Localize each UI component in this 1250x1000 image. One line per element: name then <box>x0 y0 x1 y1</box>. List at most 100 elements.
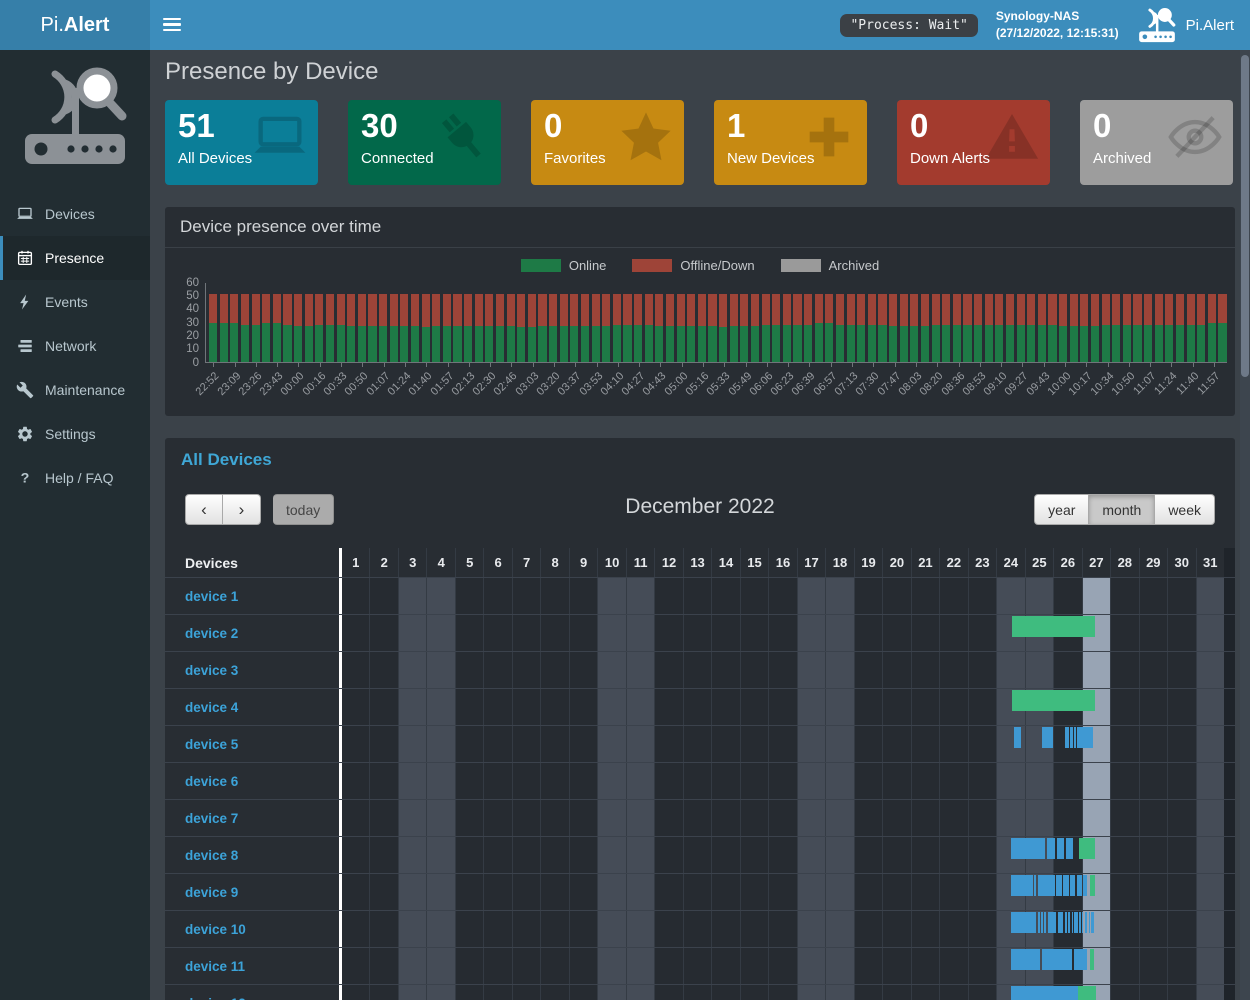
device-link[interactable]: device 2 <box>185 626 238 641</box>
presence-event-blue[interactable] <box>1065 727 1069 748</box>
presence-event-blue[interactable] <box>1057 838 1064 859</box>
day-cell-16 <box>768 615 796 651</box>
presence-event-blue[interactable] <box>1079 912 1080 933</box>
presence-event-blue[interactable] <box>1068 912 1070 933</box>
scrollbar-thumb[interactable] <box>1241 55 1249 377</box>
day-cell-30 <box>1167 652 1195 688</box>
day-cell-22 <box>939 837 967 873</box>
card-archived[interactable]: 0Archived <box>1080 100 1233 185</box>
presence-event-blue[interactable] <box>1011 986 1078 1000</box>
sidebar-item-maintenance[interactable]: Maintenance <box>0 368 150 412</box>
presence-event-blue[interactable] <box>1048 912 1056 933</box>
presence-event-blue[interactable] <box>1042 727 1053 748</box>
presence-event-blue[interactable] <box>1011 875 1032 896</box>
card-connected[interactable]: 30Connected <box>348 100 501 185</box>
presence-event-blue[interactable] <box>1091 912 1094 933</box>
day-cell-23 <box>968 726 996 762</box>
presence-event-blue[interactable] <box>1065 912 1067 933</box>
view-week-button[interactable]: week <box>1155 494 1215 525</box>
app-logo[interactable]: Pi.Alert <box>0 0 150 50</box>
device-link[interactable]: device 5 <box>185 737 238 752</box>
device-link[interactable]: device 6 <box>185 774 238 789</box>
chart-panel-title: Device presence over time <box>165 207 1235 248</box>
day-cell-21 <box>911 652 939 688</box>
chart-bar <box>1123 294 1131 362</box>
presence-event-blue[interactable] <box>1077 727 1093 748</box>
sidebar-item-help-faq[interactable]: ?Help / FAQ <box>0 456 150 500</box>
presence-event-blue[interactable] <box>1011 838 1045 859</box>
presence-event-blue[interactable] <box>1083 875 1088 896</box>
presence-event-green[interactable] <box>1090 875 1094 896</box>
presence-event-blue[interactable] <box>1070 727 1072 748</box>
presence-event-green[interactable] <box>1090 949 1095 970</box>
presence-event-blue[interactable] <box>1011 949 1040 970</box>
presence-event-blue[interactable] <box>1074 727 1076 748</box>
day-cell-4 <box>426 689 454 725</box>
presence-event-blue[interactable] <box>1047 838 1055 859</box>
sidebar-item-presence[interactable]: Presence <box>0 236 150 280</box>
presence-event-blue[interactable] <box>1085 912 1088 933</box>
presence-event-blue[interactable] <box>1041 912 1043 933</box>
presence-event-blue[interactable] <box>1074 912 1078 933</box>
device-link[interactable]: device 7 <box>185 811 238 826</box>
day-cell-15 <box>740 763 768 799</box>
presence-event-blue[interactable] <box>1074 949 1088 970</box>
device-link[interactable]: device 12 <box>185 996 246 1000</box>
device-link[interactable]: device 8 <box>185 848 238 863</box>
legend-item-online: Online <box>521 258 607 273</box>
day-cell-12 <box>654 911 682 947</box>
view-month-button[interactable]: month <box>1089 494 1155 525</box>
presence-event-blue[interactable] <box>1038 912 1040 933</box>
day-cell-1 <box>342 726 369 762</box>
day-cell-22 <box>939 948 967 984</box>
presence-event-blue[interactable] <box>1066 838 1073 859</box>
sidebar-item-events[interactable]: Events <box>0 280 150 324</box>
presence-event-blue[interactable] <box>1070 875 1075 896</box>
day-cell-20 <box>882 874 910 910</box>
sidebar-item-network[interactable]: Network <box>0 324 150 368</box>
view-year-button[interactable]: year <box>1034 494 1089 525</box>
presence-event-green[interactable] <box>1012 690 1095 711</box>
table-row-device-12: device 12 <box>165 984 1235 1000</box>
card-down-alerts[interactable]: 0Down Alerts <box>897 100 1050 185</box>
device-link[interactable]: device 10 <box>185 922 246 937</box>
chart-bar <box>698 294 706 362</box>
presence-event-blue[interactable] <box>1014 727 1021 748</box>
device-link[interactable]: device 11 <box>185 959 245 974</box>
presence-event-blue[interactable] <box>1058 912 1064 933</box>
day-cell-22 <box>939 615 967 651</box>
sidebar-toggle-icon[interactable] <box>163 18 181 32</box>
presence-event-blue[interactable] <box>1063 875 1069 896</box>
presence-event-blue[interactable] <box>1011 912 1036 933</box>
chart-bar <box>825 294 833 362</box>
page-scrollbar[interactable] <box>1240 50 1250 1000</box>
presence-event-blue[interactable] <box>1038 875 1055 896</box>
card-all-devices[interactable]: 51All Devices <box>165 100 318 185</box>
presence-event-blue[interactable] <box>1042 949 1071 970</box>
presence-event-blue[interactable] <box>1077 875 1082 896</box>
day-cell-16 <box>768 948 796 984</box>
presence-event-blue[interactable] <box>1056 875 1062 896</box>
presence-timeline-table: Devices123456789101112131415161718192021… <box>165 548 1235 1000</box>
device-link[interactable]: device 9 <box>185 885 238 900</box>
chart-bar <box>963 294 971 362</box>
card-new-devices[interactable]: 1New Devices <box>714 100 867 185</box>
presence-event-blue[interactable] <box>1089 912 1090 933</box>
presence-event-green[interactable] <box>1012 616 1095 637</box>
day-cell-28 <box>1110 800 1138 836</box>
device-link[interactable]: device 3 <box>185 663 238 678</box>
device-link[interactable]: device 4 <box>185 700 238 715</box>
sidebar-item-settings[interactable]: Settings <box>0 412 150 456</box>
process-status-badge: "Process: Wait" <box>840 14 977 37</box>
device-link[interactable]: device 1 <box>185 589 238 604</box>
card-favorites[interactable]: 0Favorites <box>531 100 684 185</box>
presence-event-blue[interactable] <box>1072 912 1073 933</box>
chart-bar <box>358 294 366 362</box>
presence-event-blue[interactable] <box>1034 875 1036 896</box>
presence-event-blue[interactable] <box>1044 912 1046 933</box>
presence-event-blue[interactable] <box>1082 912 1083 933</box>
sidebar-item-devices[interactable]: Devices <box>0 192 150 236</box>
presence-event-green[interactable] <box>1079 838 1095 859</box>
day-cell-30 <box>1167 985 1195 1000</box>
presence-event-green[interactable] <box>1078 986 1096 1000</box>
